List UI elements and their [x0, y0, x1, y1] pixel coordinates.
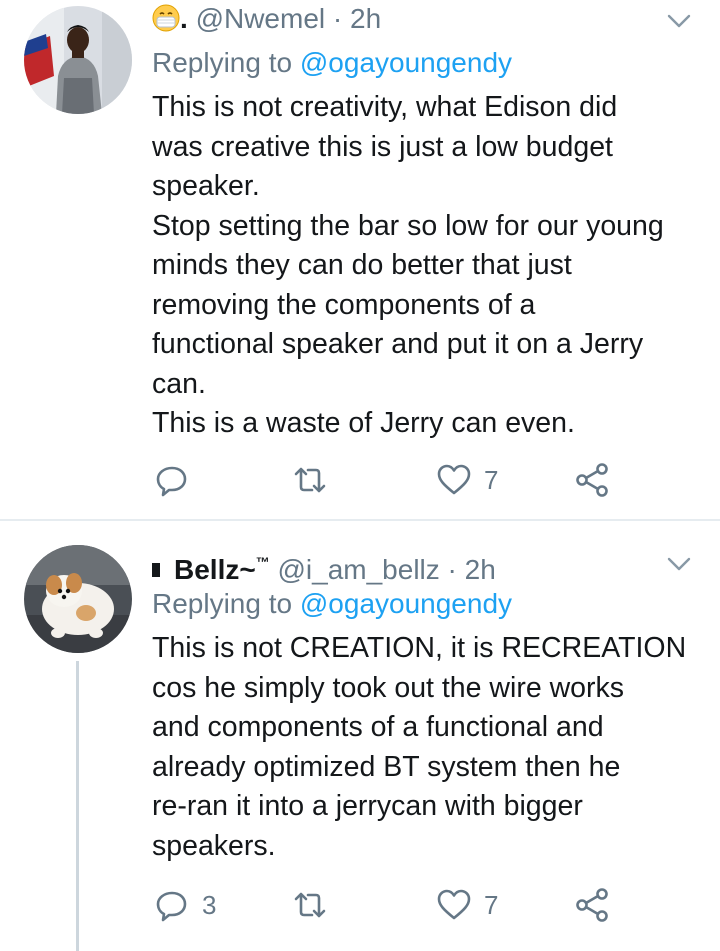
trademark-badge: ™ — [255, 554, 270, 570]
tweet-text-line: cos he simply took out the wire works — [152, 671, 625, 704]
tweet[interactable]: Bellz~™ @i_am_bellz · 2h Replying to @og… — [0, 521, 720, 951]
display-name[interactable]: Bellz~ — [174, 554, 256, 585]
share-button[interactable] — [572, 460, 612, 500]
like-count: 7 — [484, 889, 499, 920]
display-name[interactable]: . — [180, 3, 188, 34]
thread-line — [76, 661, 79, 951]
share-button[interactable] — [572, 885, 612, 925]
tweet-text-line: re-ran it into a jerrycan with bigger — [152, 790, 583, 822]
like-button[interactable]: 7 — [434, 460, 498, 500]
tweet-text-line: removing the components of a — [152, 288, 536, 321]
avatar[interactable] — [24, 545, 132, 653]
tweet-text-line: This is not CREATION, it is RECREATION — [152, 632, 687, 664]
user-handle[interactable]: @i_am_bellz — [277, 554, 439, 585]
mask-face-emoji-icon — [152, 4, 180, 40]
retweet-icon — [294, 467, 326, 493]
share-icon — [576, 888, 608, 922]
reply-icon — [156, 466, 187, 497]
tweet-header: Bellz~™ @i_am_bellz · 2h — [152, 545, 496, 587]
separator: · — [332, 3, 343, 34]
tweet-text-line: and components of a functional and — [152, 711, 604, 743]
tweet-text-line: already optimized BT system then he — [152, 750, 621, 783]
retweet-icon — [294, 892, 326, 918]
timestamp[interactable]: 2h — [465, 554, 496, 585]
square-icon — [152, 563, 160, 577]
replying-to: Replying to @ogayoungendy — [152, 46, 512, 80]
tweet-text: This is not creativity, what Edison did … — [152, 88, 712, 444]
mention-link[interactable]: @ogayoungendy — [300, 588, 512, 619]
like-icon — [437, 889, 471, 920]
retweet-button[interactable] — [290, 460, 340, 500]
mention-link[interactable]: @ogayoungendy — [300, 47, 512, 78]
like-count: 7 — [484, 464, 499, 495]
retweet-button[interactable] — [290, 885, 340, 925]
replying-to-label: Replying to — [152, 588, 293, 619]
reply-count: 3 — [202, 889, 217, 920]
reply-button[interactable]: 3 — [152, 885, 216, 925]
tweet-text-line: can. — [152, 367, 206, 400]
chevron-down-icon[interactable] — [664, 6, 694, 36]
tweet-text-line: Stop setting the bar so low for our youn… — [152, 209, 664, 242]
timestamp[interactable]: 2h — [350, 3, 381, 34]
tweet-text: This is not CREATION, it is RECREATION c… — [152, 629, 712, 866]
chevron-down-icon[interactable] — [664, 549, 694, 579]
tweet-header: . @Nwemel · 2h — [152, 2, 381, 40]
tweet-text-line: functional speaker and put it on a Jerry — [152, 328, 644, 360]
separator: · — [447, 554, 457, 585]
tweet[interactable]: . @Nwemel · 2h Replying to @ogayoungendy… — [0, 0, 720, 520]
reply-icon — [156, 891, 187, 922]
like-button[interactable]: 7 — [434, 885, 498, 925]
replying-to: Replying to @ogayoungendy — [152, 587, 512, 621]
replying-to-label: Replying to — [152, 47, 293, 78]
tweet-text-line: This is not creativity, what Edison did — [152, 91, 618, 123]
avatar[interactable] — [24, 6, 132, 114]
tweet-actions: 3 7 — [152, 885, 622, 925]
tweet-text-line: This is a waste of Jerry can even. — [152, 407, 575, 439]
tweet-text-line: was creative this is just a low budget — [152, 130, 613, 163]
tweet-actions: 7 — [152, 460, 622, 500]
tweet-text-line: minds they can do better that just — [152, 249, 572, 281]
share-icon — [576, 463, 608, 497]
tweet-text-line: speaker. — [152, 170, 260, 202]
reply-button[interactable] — [152, 460, 202, 500]
user-handle[interactable]: @Nwemel — [196, 3, 326, 34]
tweet-text-line: speakers. — [152, 829, 276, 862]
like-icon — [437, 464, 471, 495]
